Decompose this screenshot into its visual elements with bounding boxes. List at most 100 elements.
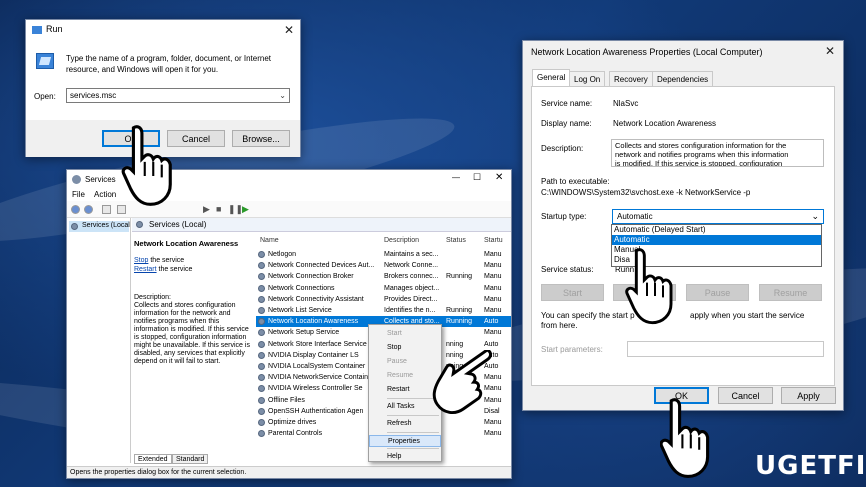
menu-file[interactable]: File	[72, 190, 85, 199]
stop-link-rest: the service	[148, 257, 185, 264]
restart-link[interactable]: Restart	[134, 266, 157, 273]
gear-icon	[258, 251, 265, 258]
run-title: Run	[46, 24, 63, 34]
context-menu-item: Start	[387, 330, 402, 337]
table-row[interactable]: Network Connections Manages object... Manu	[256, 283, 511, 294]
table-cell-name: Network Connections	[268, 284, 335, 292]
table-cell-startup: Manu	[484, 262, 502, 270]
tab-standard[interactable]: Standard	[172, 454, 209, 464]
gear-icon	[258, 307, 265, 314]
table-row[interactable]: Network List Service Identifies the n... R…	[256, 305, 511, 316]
context-menu-item[interactable]: Properties	[369, 435, 441, 447]
table-cell-desc: Manages object...	[384, 284, 440, 292]
table-row[interactable]: Netlogon Maintains a sec... Manu	[256, 249, 511, 260]
context-menu-separator	[387, 432, 439, 433]
start-parameters-label: Start parameters:	[541, 345, 603, 354]
context-menu-item[interactable]: Restart	[369, 384, 441, 396]
chevron-down-icon[interactable]: ⌄	[811, 211, 819, 222]
gear-icon	[258, 407, 265, 415]
tab-extended[interactable]: Extended	[134, 454, 172, 464]
gear-icon	[258, 329, 265, 337]
apply-button[interactable]: Apply	[781, 387, 836, 404]
startup-type-select[interactable]: Automatic ⌄	[612, 209, 824, 224]
back-icon[interactable]	[71, 205, 80, 214]
resume-button[interactable]: Resume	[759, 284, 822, 301]
pause-button[interactable]: Pause	[686, 284, 749, 301]
start-button[interactable]: Start	[541, 284, 604, 301]
context-menu-item[interactable]: All Tasks	[369, 401, 441, 413]
table-cell-startup: Auto	[484, 318, 499, 326]
description-box[interactable]: Collects and stores configuration inform…	[611, 139, 824, 167]
gear-icon	[258, 273, 265, 281]
maximize-icon[interactable]: ☐	[473, 172, 481, 183]
open-label: Open:	[34, 92, 56, 101]
table-cell-name: NVIDIA Display Container LS	[268, 351, 359, 359]
table-cell-startup: Manu	[484, 284, 502, 292]
table-cell-status: Running	[446, 273, 473, 281]
tab-log-on[interactable]: Log On	[569, 71, 606, 87]
table-row[interactable]: Network Connected Devices Aut... Network …	[256, 260, 511, 271]
restart-icon[interactable]: ▶	[242, 204, 249, 215]
pause-icon[interactable]: ❚❚	[228, 204, 243, 215]
table-cell-status: Running	[446, 307, 473, 314]
table-cell-name: Optimize drives	[268, 419, 317, 426]
column-header-name[interactable]: Name	[260, 237, 279, 244]
forward-icon[interactable]	[84, 205, 93, 214]
table-cell-name: Offline Files	[268, 396, 305, 404]
context-menu-item[interactable]: Stop	[369, 342, 441, 354]
startup-option-automatic[interactable]: Automatic	[612, 235, 821, 245]
chevron-down-icon[interactable]: ⌄	[279, 91, 286, 100]
restart-link-rest: the service	[156, 266, 193, 273]
table-cell-startup: Manu	[484, 295, 502, 303]
startup-option-delayed[interactable]: Automatic (Delayed Start)	[612, 225, 821, 235]
open-combobox[interactable]: services.msc ⌄	[66, 88, 290, 103]
gear-icon	[71, 223, 78, 230]
tab-dependencies[interactable]: Dependencies	[652, 71, 714, 87]
table-cell-startup: Auto	[484, 340, 499, 348]
browse-button[interactable]: Browse...	[232, 130, 290, 147]
close-icon[interactable]: ✕	[284, 23, 294, 37]
gear-icon	[258, 351, 265, 359]
gear-icon	[258, 363, 265, 370]
minimize-icon[interactable]: —	[452, 173, 460, 182]
table-cell-name: NVIDIA Wireless Controller Se	[268, 385, 363, 393]
table-cell-status: nning	[446, 340, 464, 348]
gear-icon	[258, 396, 265, 404]
services-local-title: Services (Local)	[149, 220, 207, 229]
table-cell-name: Network Location Awareness	[268, 318, 359, 326]
tree-item-services[interactable]: Services (Local	[69, 221, 130, 232]
start-note-left: You can specify the start p	[541, 311, 635, 320]
table-row[interactable]: Network Connectivity Assistant Provides D…	[256, 294, 511, 305]
services-window: Services — ☐ ✕ File Action ▶ ■ ❚❚ ▶ Serv…	[66, 169, 512, 479]
table-cell-name: Network List Service	[268, 307, 332, 314]
table-cell-startup: Manu	[484, 329, 502, 337]
ugetfix-logo: UGETFIX	[755, 451, 866, 481]
column-header-status[interactable]: Status	[446, 237, 466, 244]
run-icon-small	[32, 26, 42, 34]
stop-link[interactable]: Stop	[134, 257, 148, 264]
column-header-startup[interactable]: Startu	[484, 237, 503, 244]
stop-icon[interactable]: ■	[216, 204, 221, 214]
table-row[interactable]: Network Connection Broker Brokers connec.…	[256, 271, 511, 282]
context-menu-item[interactable]: Refresh	[369, 418, 441, 430]
close-icon[interactable]: ✕	[495, 172, 503, 183]
console-tree-icon[interactable]	[102, 205, 111, 214]
path-value: C:\WINDOWS\System32\svchost.exe -k Netwo…	[541, 188, 751, 197]
tab-recovery[interactable]: Recovery	[609, 71, 653, 87]
display-name-label: Display name:	[541, 119, 592, 128]
menu-action[interactable]: Action	[94, 190, 116, 199]
context-menu-item[interactable]: Help	[369, 451, 441, 463]
play-icon[interactable]: ▶	[203, 204, 210, 215]
start-parameters-input[interactable]	[627, 341, 824, 357]
column-header-description[interactable]: Description	[384, 237, 419, 244]
table-cell-name: Network Store Interface Service	[268, 340, 367, 348]
hand-cursor-icon	[660, 398, 710, 478]
gear-icon	[136, 221, 143, 228]
run-instructions-line2: resource, and Windows will open it for y…	[66, 65, 219, 74]
properties-title: Network Location Awareness Properties (L…	[531, 47, 763, 57]
tab-general[interactable]: General	[532, 69, 571, 87]
hand-cursor-icon	[432, 350, 492, 415]
gear-icon	[258, 430, 265, 438]
close-icon[interactable]: ✕	[825, 44, 835, 58]
start-note-line2: from here.	[541, 321, 578, 330]
